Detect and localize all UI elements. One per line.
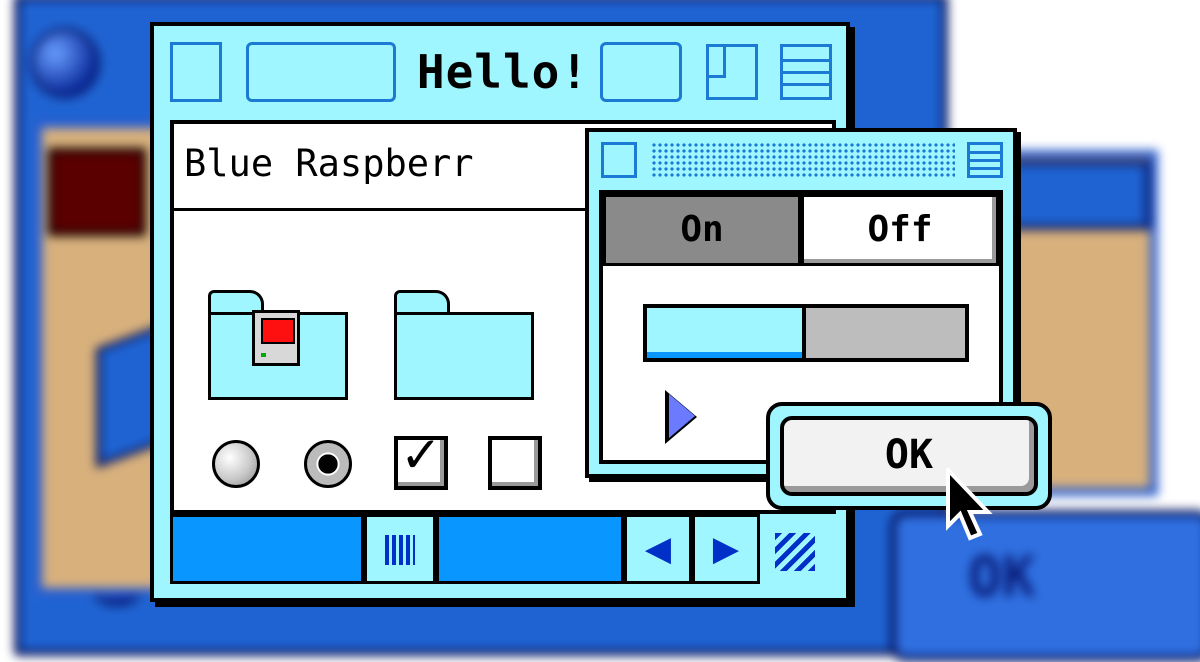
resize-grip[interactable] [760, 514, 836, 584]
title-bar-pattern [651, 142, 955, 178]
scroll-track-left[interactable] [170, 514, 364, 584]
background-red-panel [48, 148, 146, 236]
checkbox-checked[interactable]: ✓ [394, 430, 448, 490]
on-segment-button[interactable]: On [603, 194, 801, 266]
background-bar [1000, 160, 1150, 230]
checkbox-unchecked[interactable] [488, 436, 542, 490]
title-bar-field-right [600, 42, 682, 102]
grip-lines-icon [385, 535, 415, 565]
ok-button-frame: OK [766, 402, 1052, 510]
scroll-left-button[interactable]: ◀ [624, 514, 692, 584]
computer-icon [252, 310, 300, 366]
scroll-thumb[interactable] [364, 514, 436, 584]
arrow-left-icon: ◀ [644, 529, 672, 569]
cursor-arrow-icon [946, 468, 993, 541]
progress-bar [643, 304, 969, 362]
progress-fill [647, 308, 806, 358]
resize-grip-icon [775, 533, 815, 571]
text-field[interactable]: Blue Raspberr [184, 142, 474, 185]
off-segment-button[interactable]: Off [801, 194, 999, 266]
switch-collapse-button[interactable] [967, 142, 1003, 178]
scroll-right-button[interactable]: ▶ [692, 514, 760, 584]
title-bar-field [246, 42, 396, 102]
system-folder-icon[interactable] [208, 290, 352, 408]
arrow-right-icon: ▶ [712, 529, 740, 569]
switch-close-box-button[interactable] [601, 142, 637, 178]
background-ok-label: OK [968, 545, 1036, 610]
zoom-box-button[interactable] [706, 44, 758, 100]
ok-button[interactable]: OK [780, 416, 1038, 496]
collapse-box-button[interactable] [780, 44, 832, 100]
radio-button-unselected[interactable] [212, 440, 260, 488]
scroll-track-right[interactable] [436, 514, 624, 584]
background-ok-button [890, 510, 1200, 662]
folder-icon[interactable] [394, 290, 538, 408]
window-title: Hello! [416, 45, 590, 99]
play-arrow-icon[interactable] [669, 394, 695, 438]
horizontal-scrollbar[interactable]: ◀ ▶ [170, 514, 836, 584]
close-box-button[interactable] [170, 42, 222, 102]
background-ball-icon [30, 28, 100, 98]
checkmark-icon: ✓ [400, 426, 442, 484]
radio-button-selected[interactable] [304, 440, 352, 488]
